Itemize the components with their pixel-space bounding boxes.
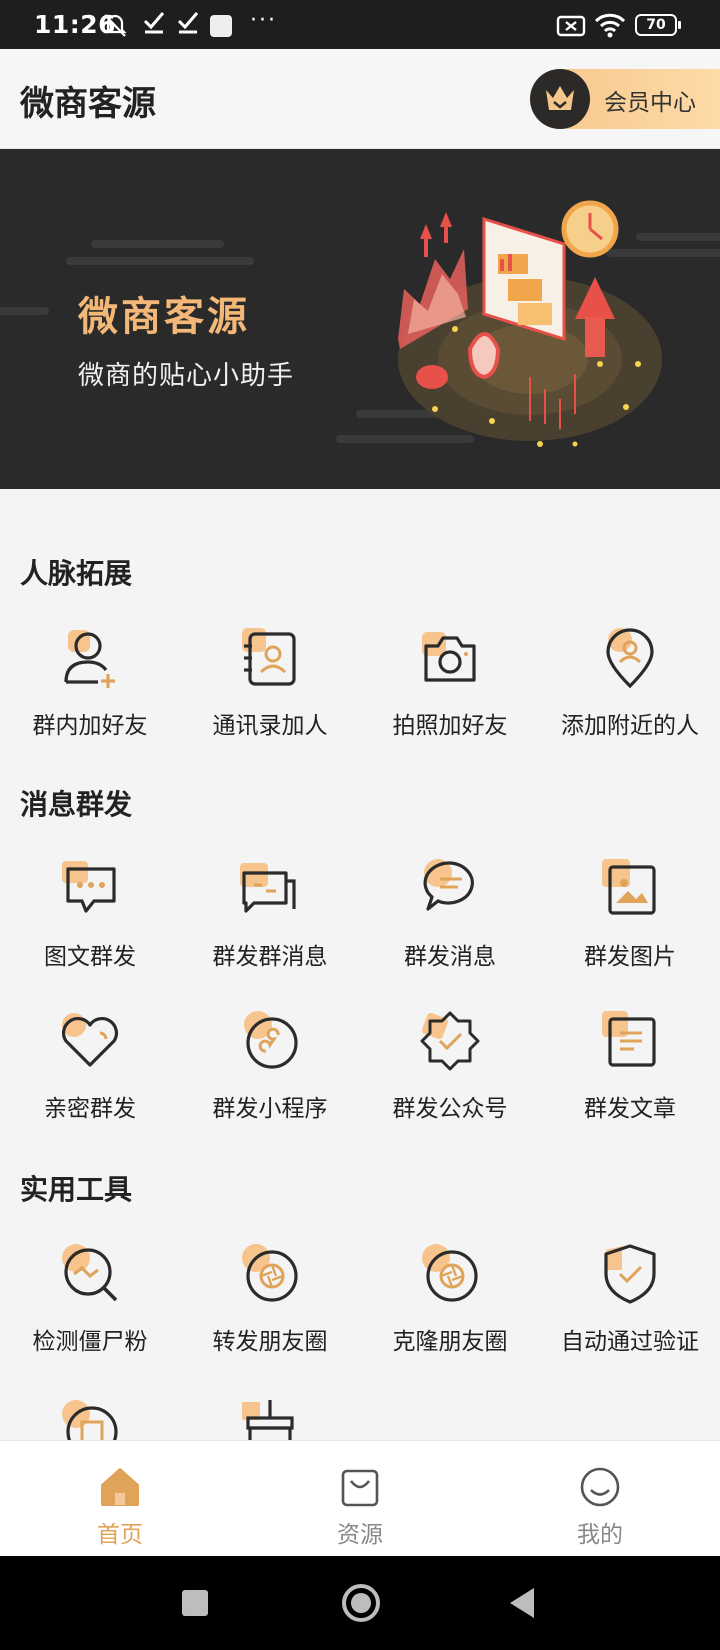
grid-item-label: 自动通过验证 <box>561 1329 699 1355</box>
grid-item-label: 群发消息 <box>404 944 496 970</box>
tab-home[interactable]: 首页 <box>0 1441 240 1557</box>
toolbox-tool-button[interactable] <box>180 1396 360 1440</box>
toolbox-icon <box>242 1400 294 1440</box>
detect-zombie-fans-button[interactable]: 检测僵尸粉 <box>0 1240 180 1380</box>
mass-send-article-button[interactable]: 群发文章 <box>540 1007 720 1147</box>
add-from-contacts-button[interactable]: 通讯录加人 <box>180 624 360 764</box>
tab-mine[interactable]: 我的 <box>480 1441 720 1557</box>
mass-send-mini-program-button[interactable]: 群发小程序 <box>180 1007 360 1147</box>
app-notification-icon <box>210 15 232 37</box>
mass-send-image-button[interactable]: 群发图片 <box>540 855 720 995</box>
grid-item-label: 群发群消息 <box>212 944 328 970</box>
recent-apps-button[interactable] <box>180 1588 210 1618</box>
camera-icon <box>422 632 476 682</box>
battery-icon: 70 <box>635 14 681 36</box>
grid-item-label: 检测僵尸粉 <box>32 1329 148 1355</box>
clone-moments-button[interactable]: 克隆朋友圈 <box>360 1240 540 1380</box>
bag-icon <box>341 1469 379 1507</box>
add-user-icon <box>64 630 115 688</box>
status-bar: 11:26 ··· 70 <box>0 0 720 49</box>
grid-item-label: 群发公众号 <box>392 1096 508 1122</box>
no-sim-icon <box>556 13 586 43</box>
moments-icon <box>242 1244 298 1302</box>
mass-send-image-text-button[interactable]: 图文群发 <box>0 855 180 995</box>
grid-item-label: 群内加好友 <box>32 713 148 739</box>
analytics-illustration <box>398 200 662 447</box>
mass-send-message-button[interactable]: 群发消息 <box>360 855 540 995</box>
grid-item-label: 亲密群发 <box>44 1096 136 1122</box>
mass-send-group-message-button[interactable]: 群发群消息 <box>180 855 360 995</box>
grid-item-label: 群发文章 <box>584 1096 676 1122</box>
auto-accept-verification-button[interactable]: 自动通过验证 <box>540 1240 720 1380</box>
mute-notification-icon <box>100 10 130 44</box>
bottom-tab-bar: 首页 资源 我的 <box>0 1440 720 1556</box>
moments-clone-icon <box>422 1244 478 1302</box>
promo-banner[interactable]: 微商客源 微商的贴心小助手 <box>0 149 720 489</box>
message-icon <box>423 859 474 911</box>
section-title-tools: 实用工具 <box>20 1173 133 1206</box>
section-title-network: 人脉拓展 <box>20 557 133 590</box>
mini-program-icon <box>244 1011 298 1069</box>
contacts-book-icon <box>242 628 296 686</box>
location-pin-icon <box>606 628 654 689</box>
home-icon <box>101 1468 139 1506</box>
photo-add-friends-button[interactable]: 拍照加好友 <box>360 624 540 764</box>
grid-item-label: 克隆朋友圈 <box>392 1329 508 1355</box>
grid-item-label: 通讯录加人 <box>212 713 328 739</box>
stamp-tool-button[interactable] <box>0 1396 180 1440</box>
grid-item-label: 拍照加好友 <box>392 713 508 739</box>
banner-title: 微商客源 <box>78 293 250 340</box>
intimate-mass-send-button[interactable]: 亲密群发 <box>0 1007 180 1147</box>
tab-resources[interactable]: 资源 <box>240 1441 480 1557</box>
vip-center-button[interactable]: 会员中心 <box>530 69 720 129</box>
check-icon <box>142 9 166 41</box>
page-title: 微商客源 <box>20 84 156 124</box>
stamp-icon <box>62 1400 118 1440</box>
article-icon <box>602 1011 656 1067</box>
mass-send-official-account-button[interactable]: 群发公众号 <box>360 1007 540 1147</box>
image-icon <box>602 859 656 915</box>
back-nav-button[interactable] <box>506 1586 538 1620</box>
app-header: 微商客源 会员中心 <box>0 49 720 149</box>
add-friends-in-group-button[interactable]: 群内加好友 <box>0 624 180 764</box>
shield-check-icon <box>604 1244 656 1304</box>
grid-item-label: 转发朋友圈 <box>212 1329 328 1355</box>
system-nav-bar <box>0 1556 720 1650</box>
check-icon <box>176 9 200 41</box>
badge-check-icon <box>420 1011 480 1071</box>
grid-item-label: 群发图片 <box>584 944 676 970</box>
group-message-icon <box>240 863 296 913</box>
home-nav-button[interactable] <box>340 1582 382 1624</box>
wifi-icon <box>594 12 626 42</box>
crown-icon <box>530 69 590 129</box>
tab-label: 资源 <box>337 1522 383 1548</box>
heart-icon <box>61 1013 119 1067</box>
vip-center-label: 会员中心 <box>604 90 696 116</box>
banner-subtitle: 微商的贴心小助手 <box>78 361 295 391</box>
forward-moments-button[interactable]: 转发朋友圈 <box>180 1240 360 1380</box>
grid-item-label: 图文群发 <box>44 944 136 970</box>
chat-bubble-icon <box>62 861 116 913</box>
grid-item-label: 添加附近的人 <box>561 713 699 739</box>
section-title-mass-message: 消息群发 <box>20 788 133 821</box>
add-nearby-people-button[interactable]: 添加附近的人 <box>540 624 720 764</box>
tab-label: 首页 <box>97 1522 143 1548</box>
detect-search-icon <box>62 1244 118 1302</box>
grid-item-label: 群发小程序 <box>212 1096 328 1122</box>
more-notifications-icon: ··· <box>250 8 277 33</box>
tab-label: 我的 <box>577 1522 623 1548</box>
smile-icon <box>580 1467 620 1507</box>
